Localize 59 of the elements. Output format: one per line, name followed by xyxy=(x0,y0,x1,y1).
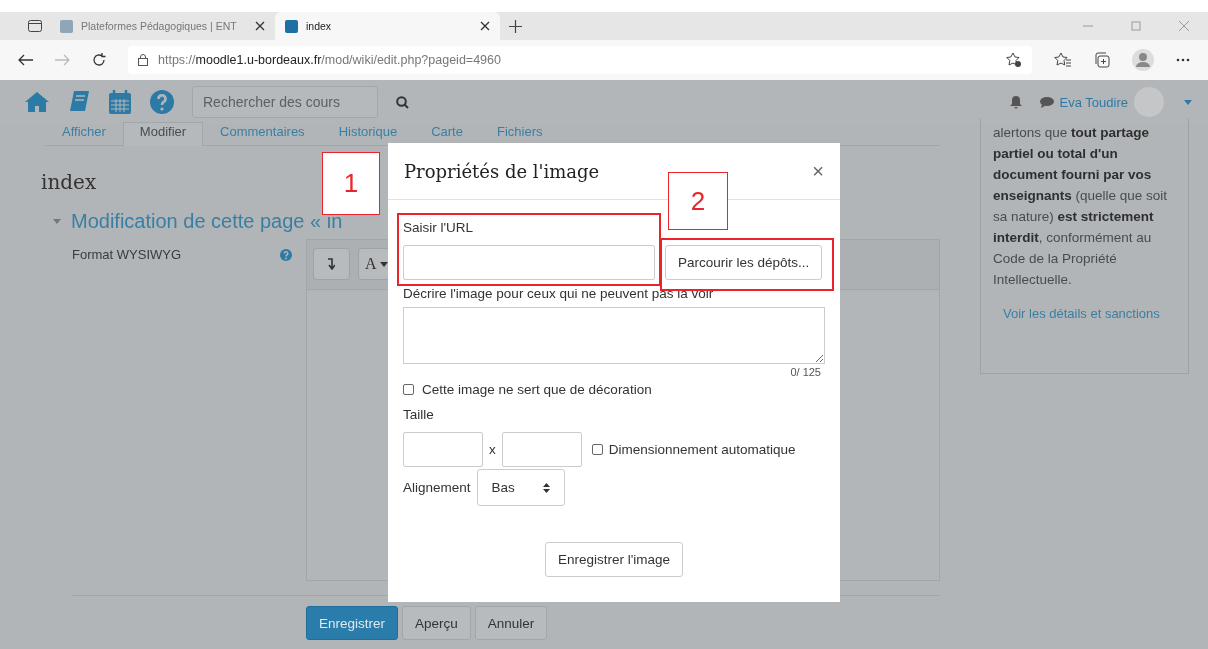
height-input[interactable] xyxy=(501,432,582,467)
caret-icon xyxy=(379,261,388,267)
bell-icon[interactable] xyxy=(1009,95,1022,109)
address-bar[interactable]: https://moodle1.u-bordeaux.fr/mod/wiki/edit.php?pageid=4960 xyxy=(128,46,1032,74)
calendar-icon[interactable] xyxy=(108,89,132,115)
collections-icon[interactable] xyxy=(1094,52,1110,68)
checkbox[interactable] xyxy=(403,384,414,395)
favorites-icon[interactable] xyxy=(1054,52,1072,68)
user-name[interactable]: Eva Toudire xyxy=(1059,94,1128,110)
favicon-icon xyxy=(285,19,298,33)
forward-icon[interactable] xyxy=(55,54,70,66)
caret-icon xyxy=(53,219,61,224)
book-icon[interactable] xyxy=(68,90,90,114)
width-input[interactable] xyxy=(403,432,483,467)
url-input[interactable] xyxy=(403,245,655,280)
back-icon[interactable] xyxy=(18,54,33,66)
help-icon[interactable] xyxy=(150,90,174,114)
search-field[interactable]: Rechercher des cours xyxy=(192,86,378,118)
sort-caret-icon xyxy=(542,482,550,493)
field-label: Format WYSIWYG xyxy=(72,246,183,264)
reload-icon[interactable] xyxy=(92,53,106,67)
size-label: Taille xyxy=(403,407,435,422)
align-label: Alignement xyxy=(403,480,471,495)
size-separator: x xyxy=(489,442,496,457)
form-button[interactable]: Annuler xyxy=(474,606,548,640)
home-icon[interactable] xyxy=(24,91,50,113)
page-tab[interactable]: Modifier xyxy=(122,122,204,146)
dialog-title: Propriétés de l'image xyxy=(404,160,600,182)
browser-tab[interactable]: Plateformes Pédagogiques | ENT xyxy=(50,12,275,40)
notice-text: alertons que tout partage partiel ou total d'un document fourni par vos enseignants (quelle que soit sa nature) est strictement interdit, conformément au Code de la Propriété Intellectuelle. xyxy=(993,124,1168,289)
char-counter: 0/ 125 xyxy=(790,366,821,378)
url-text: https://moodle1.u-bordeaux.fr/mod/wiki/edit.php?pageid=4960 xyxy=(158,53,501,67)
collapse-caret-icon[interactable] xyxy=(53,219,61,224)
checkbox-label: Cette image ne sert que de décoration xyxy=(422,382,652,397)
browse-button[interactable]: Parcourir les dépôts... xyxy=(665,245,823,280)
star-add-icon[interactable] xyxy=(1006,52,1022,68)
close-button[interactable]: × xyxy=(812,159,824,183)
close-icon[interactable] xyxy=(255,21,265,31)
help-icon[interactable] xyxy=(279,249,292,261)
down-arrow-icon xyxy=(327,258,336,270)
browser-tab[interactable]: index xyxy=(275,12,500,40)
chat-icon[interactable] xyxy=(1039,96,1054,108)
more-icon[interactable] xyxy=(1176,58,1190,62)
lock-icon xyxy=(138,54,148,66)
toolbar-toggle-button[interactable] xyxy=(312,248,350,280)
step-number: 2 xyxy=(668,172,728,230)
checkbox-label: Dimensionnement automatique xyxy=(608,442,796,457)
favicon-icon xyxy=(60,19,73,33)
align-select[interactable]: Bas xyxy=(476,469,565,506)
form-button[interactable]: Aperçu xyxy=(402,606,471,640)
search-icon[interactable] xyxy=(396,95,409,109)
page-title: index xyxy=(41,170,97,194)
url-label: Saisir l'URL xyxy=(403,220,475,235)
save-image-button[interactable]: Enregistrer l'image xyxy=(544,542,684,577)
step-number: 1 xyxy=(322,152,380,215)
checkbox[interactable] xyxy=(591,444,603,455)
close-icon[interactable] xyxy=(480,21,490,31)
save-button[interactable]: Enregistrer xyxy=(306,606,399,640)
profile-icon[interactable] xyxy=(1132,49,1154,71)
